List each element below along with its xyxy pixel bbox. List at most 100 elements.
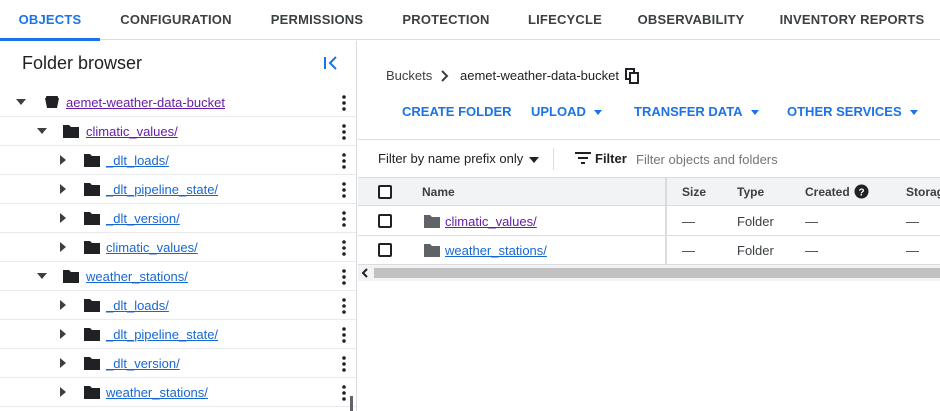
other-services-button[interactable]: OTHER SERVICES	[787, 104, 918, 119]
tab-objects[interactable]: OBJECTS	[0, 0, 100, 41]
chevron-right-icon	[441, 70, 449, 82]
folder-icon	[63, 270, 79, 283]
caret-right-icon[interactable]	[57, 357, 69, 369]
dropdown-arrow-icon	[909, 110, 918, 116]
folder-name-link[interactable]: weather_stations/	[445, 243, 547, 258]
tab-observability[interactable]: OBSERVABILITY	[635, 0, 747, 40]
row-checkbox[interactable]	[378, 243, 392, 257]
caret-right-icon[interactable]	[57, 212, 69, 224]
more-options-icon[interactable]	[340, 384, 348, 402]
tree-item-folder[interactable]: climatic_values/	[0, 233, 356, 262]
tree-item-label[interactable]: climatic_values/	[106, 240, 198, 255]
transfer-data-button[interactable]: TRANSFER DATA	[634, 104, 759, 119]
more-options-icon[interactable]	[340, 355, 348, 373]
tab-configuration[interactable]: CONFIGURATION	[113, 0, 239, 40]
cell-created: —	[805, 243, 818, 258]
dropdown-arrow-icon	[529, 156, 540, 163]
row-checkbox[interactable]	[378, 214, 392, 228]
tree-item-folder[interactable]: _dlt_loads/	[0, 291, 356, 320]
tree-item-label[interactable]: _dlt_pipeline_state/	[106, 327, 218, 342]
caret-right-icon[interactable]	[57, 386, 69, 398]
select-all-checkbox[interactable]	[378, 185, 392, 199]
column-created[interactable]: Created	[805, 185, 850, 199]
help-icon[interactable]: ?	[854, 184, 869, 199]
folder-name-link[interactable]: climatic_values/	[445, 214, 537, 229]
more-options-icon[interactable]	[340, 123, 348, 141]
tree-item-label[interactable]: _dlt_loads/	[106, 298, 169, 313]
tab-permissions[interactable]: PERMISSIONS	[262, 0, 372, 40]
filter-input[interactable]	[636, 148, 926, 170]
caret-right-icon[interactable]	[57, 241, 69, 253]
tree-item-label[interactable]: _dlt_pipeline_state/	[106, 182, 218, 197]
tree-item-folder[interactable]: _dlt_pipeline_state/	[0, 320, 356, 349]
more-options-icon[interactable]	[340, 152, 348, 170]
column-storage[interactable]: Storag	[906, 185, 940, 199]
filter-icon	[575, 152, 591, 164]
scroll-left-icon[interactable]	[361, 268, 369, 278]
sidebar-scrollbar[interactable]	[350, 396, 353, 411]
tree-item-label[interactable]: weather_stations/	[86, 269, 188, 284]
column-name[interactable]: Name	[422, 185, 455, 199]
tree-item-folder[interactable]: _dlt_version/	[0, 349, 356, 378]
collapse-panel-icon[interactable]	[322, 53, 340, 73]
tab-inventory-reports[interactable]: INVENTORY REPORTS	[772, 0, 932, 40]
tree-item-label[interactable]: weather_stations/	[106, 385, 208, 400]
tab-lifecycle[interactable]: LIFECYCLE	[522, 0, 608, 40]
tree-item-folder[interactable]: climatic_values/	[0, 117, 356, 146]
horizontal-scrollbar[interactable]	[358, 265, 940, 281]
tab-bar: OBJECTS CONFIGURATION PERMISSIONS PROTEC…	[0, 0, 940, 41]
caret-right-icon[interactable]	[57, 183, 69, 195]
column-size[interactable]: Size	[682, 185, 706, 199]
filter-label[interactable]: Filter	[595, 151, 627, 166]
filter-prefix-select[interactable]: Filter by name prefix only	[378, 151, 540, 166]
tree-item-label[interactable]: _dlt_version/	[106, 211, 180, 226]
svg-text:?: ?	[858, 188, 864, 199]
caret-right-icon[interactable]	[57, 299, 69, 311]
upload-button[interactable]: UPLOAD	[531, 104, 602, 119]
folder-icon	[84, 357, 100, 370]
more-options-icon[interactable]	[340, 326, 348, 344]
copy-icon[interactable]	[625, 68, 639, 84]
tree-item-folder[interactable]: _dlt_loads/	[0, 146, 356, 175]
tree-item-label[interactable]: _dlt_version/	[106, 356, 180, 371]
more-options-icon[interactable]	[340, 94, 348, 112]
tree-item-label[interactable]: aemet-weather-data-bucket	[66, 95, 225, 110]
more-options-icon[interactable]	[340, 297, 348, 315]
caret-down-icon[interactable]	[36, 125, 48, 137]
tree-item-folder[interactable]: weather_stations/	[0, 262, 356, 291]
tree-item-folder[interactable]: _dlt_version/	[0, 204, 356, 233]
dropdown-arrow-icon	[593, 110, 602, 116]
folder-icon	[84, 212, 100, 225]
tab-protection[interactable]: PROTECTION	[396, 0, 496, 40]
breadcrumb-buckets[interactable]: Buckets	[386, 68, 432, 83]
cell-created: —	[805, 214, 818, 229]
scrollbar-thumb[interactable]	[374, 268, 940, 278]
tree-item-folder[interactable]: weather_stations/	[0, 378, 356, 407]
table-row[interactable]: weather_stations/ — Folder — —	[358, 236, 940, 265]
tree-item-bucket[interactable]: aemet-weather-data-bucket	[0, 88, 356, 117]
folder-browser-title: Folder browser	[22, 53, 143, 73]
caret-down-icon[interactable]	[36, 270, 48, 282]
dropdown-arrow-icon	[750, 110, 759, 116]
more-options-icon[interactable]	[340, 239, 348, 257]
tree-item-folder[interactable]: _dlt_pipeline_state/	[0, 175, 356, 204]
tree-item-label[interactable]: climatic_values/	[86, 124, 178, 139]
folder-icon	[424, 244, 440, 257]
create-folder-button[interactable]: CREATE FOLDER	[402, 104, 512, 119]
more-options-icon[interactable]	[340, 210, 348, 228]
caret-right-icon[interactable]	[57, 154, 69, 166]
divider	[553, 148, 554, 170]
column-divider[interactable]	[665, 177, 667, 265]
more-options-icon[interactable]	[340, 268, 348, 286]
more-options-icon[interactable]	[340, 181, 348, 199]
tree-item-label[interactable]: _dlt_loads/	[106, 153, 169, 168]
column-type[interactable]: Type	[737, 185, 764, 199]
folder-icon	[84, 154, 100, 167]
caret-down-icon[interactable]	[15, 96, 27, 108]
cell-size: —	[682, 243, 695, 258]
table-row[interactable]: climatic_values/ — Folder — —	[358, 207, 940, 236]
breadcrumb-current-bucket: aemet-weather-data-bucket	[460, 68, 619, 83]
folder-icon	[84, 299, 100, 312]
caret-right-icon[interactable]	[57, 328, 69, 340]
folder-icon	[84, 183, 100, 196]
